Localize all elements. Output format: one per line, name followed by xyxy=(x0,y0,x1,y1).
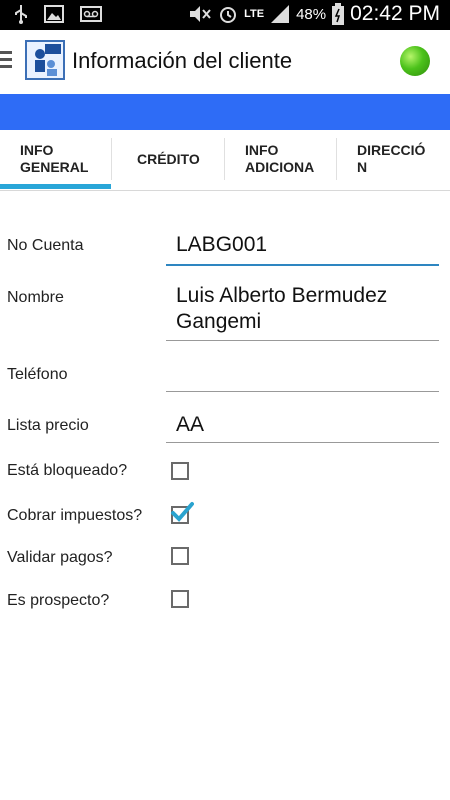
signal-icon xyxy=(271,5,290,23)
image-icon xyxy=(44,5,64,23)
price-list-label: Lista precio xyxy=(7,417,89,434)
clock: 02:42 PM xyxy=(350,2,440,25)
page-title: Información del cliente xyxy=(72,48,293,73)
account-field[interactable]: LABG001 xyxy=(166,226,439,266)
validate-payments-label: Validar pagos? xyxy=(7,549,113,566)
selected-tab-indicator xyxy=(0,184,111,189)
validate-payments-checkbox[interactable] xyxy=(171,547,189,565)
app-logo[interactable] xyxy=(25,40,65,80)
account-value: LABG001 xyxy=(176,233,268,256)
prospect-checkbox[interactable] xyxy=(171,590,189,608)
prospect-label: Es prospecto? xyxy=(7,592,110,609)
tab-label: CRÉDITO xyxy=(137,150,200,167)
charge-taxes-label: Cobrar impuestos? xyxy=(7,507,143,524)
blocked-label: Está bloqueado? xyxy=(7,462,128,479)
battery-icon xyxy=(332,3,345,25)
blocked-checkbox[interactable] xyxy=(171,462,189,480)
status-bar: LTE 48% 02:42 PM xyxy=(0,0,450,30)
voicemail-icon xyxy=(80,6,102,22)
app-logo-icon xyxy=(35,44,61,76)
tab-credito[interactable]: CRÉDITO xyxy=(112,130,223,188)
name-value: Luis Alberto Bermudez Gangemi xyxy=(176,284,388,333)
checkmark-icon xyxy=(171,502,194,522)
usb-icon xyxy=(15,5,27,24)
phone-field[interactable] xyxy=(166,356,439,392)
battery-percent: 48% xyxy=(296,5,327,23)
tab-label: INFO ADICIONA xyxy=(245,142,315,175)
tab-info-general[interactable]: INFO GENERAL xyxy=(0,130,111,188)
lte-indicator: LTE xyxy=(244,8,265,20)
tab-direccion[interactable]: DIRECCIÓ N xyxy=(337,130,450,188)
menu-icon[interactable] xyxy=(0,51,12,71)
price-list-field[interactable]: AA xyxy=(166,408,439,443)
tab-bar: INFO GENERAL CRÉDITO INFO ADICIONA DIREC… xyxy=(0,130,450,191)
mute-icon xyxy=(190,6,211,22)
action-bar: Información del cliente xyxy=(0,30,450,95)
tab-label: DIRECCIÓ N xyxy=(357,142,426,175)
name-field[interactable]: Luis Alberto Bermudez Gangemi xyxy=(166,280,439,341)
accent-bar xyxy=(0,94,450,130)
tab-label: INFO GENERAL xyxy=(20,142,89,175)
name-label: Nombre xyxy=(7,289,64,306)
phone-label: Teléfono xyxy=(7,366,68,383)
alarm-icon xyxy=(220,7,237,23)
connection-status-icon xyxy=(400,46,430,76)
price-list-value: AA xyxy=(176,413,205,436)
tab-info-adicional[interactable]: INFO ADICIONA xyxy=(225,130,336,188)
account-label: No Cuenta xyxy=(7,237,84,254)
